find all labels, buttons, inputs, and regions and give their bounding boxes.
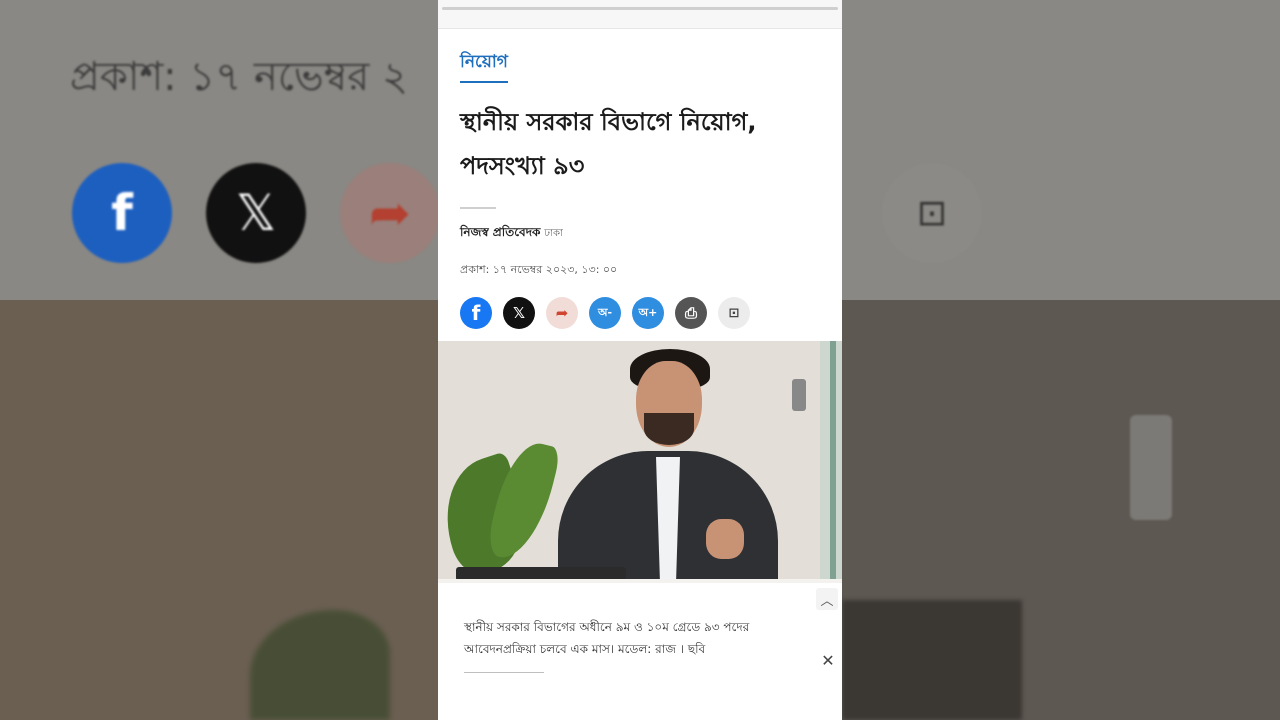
byline: নিজস্ব প্রতিবেদক ঢাকা [460,224,563,244]
headline-line-2: পদসংখ্যা ৯৩ [460,152,585,180]
font-increase-icon: অ+ [638,305,658,319]
article-headline: স্থানীয় সরকার বিভাগে নিয়োগ, পদসংখ্যা ৯… [460,100,820,188]
divider [460,207,496,209]
author-name[interactable]: নিজস্ব প্রতিবেদক [460,225,540,239]
category-link[interactable]: নিয়োগ [460,49,508,83]
collapse-caption-button[interactable]: ︿ [816,588,838,610]
image-caption: স্থানীয় সরকার বিভাগের অধীনে ৯ম ও ১০ম গ্… [464,620,750,656]
close-icon: ✕ [821,650,835,670]
share-icon: ➦ [555,304,569,322]
background-wall-switch [1130,415,1172,520]
facebook-icon: f [471,301,481,325]
font-decrease-button[interactable]: অ- [589,297,621,329]
headline-line-1: স্থানীয় সরকার বিভাগে নিয়োগ, [460,108,757,136]
background-published-text: প্রকাশ: ১৭ নভেম্বর ২ [70,54,409,100]
share-button[interactable]: ➦ [546,297,578,329]
font-increase-button[interactable]: অ+ [632,297,664,329]
author-location: ঢাকা [544,228,563,239]
x-share-button[interactable]: 𝕏 [503,297,535,329]
x-icon: 𝕏 [512,304,526,322]
article-panel: নিয়োগ স্থানীয় সরকার বিভাগে নিয়োগ, পদস… [438,0,842,720]
photo-person-hand [706,519,744,559]
chevron-up-icon: ︿ [820,593,834,609]
background-shadow [842,600,1022,720]
bookmark-icon: ⊡ [728,305,740,321]
top-bar [438,0,842,29]
photo-light-switch [792,379,806,411]
share-toolbar: f 𝕏 ➦ অ- অ+ ⎙ ⊡ [460,297,750,331]
print-icon: ⎙ [684,304,697,322]
background-facebook-icon: f [72,163,172,263]
photo-wall-stripe [830,341,836,583]
published-date: প্রকাশ: ১৭ নভেম্বর ২০২৩, ১৩: ০০ [460,263,618,276]
facebook-share-button[interactable]: f [460,297,492,329]
photo-desk [438,579,842,583]
save-button[interactable]: ⊡ [718,297,750,329]
caption-rule [464,672,544,673]
article-photo [438,341,842,583]
print-button[interactable]: ⎙ [675,297,707,329]
background-bookmark-icon: ⊡ [882,163,982,263]
background-x-icon: 𝕏 [206,163,306,263]
close-caption-button[interactable]: ✕ [818,650,838,670]
top-bar-line [442,7,838,10]
photo-person-beard [644,413,694,445]
background-share-icon: ➦ [340,163,440,263]
font-decrease-icon: অ- [597,305,613,319]
